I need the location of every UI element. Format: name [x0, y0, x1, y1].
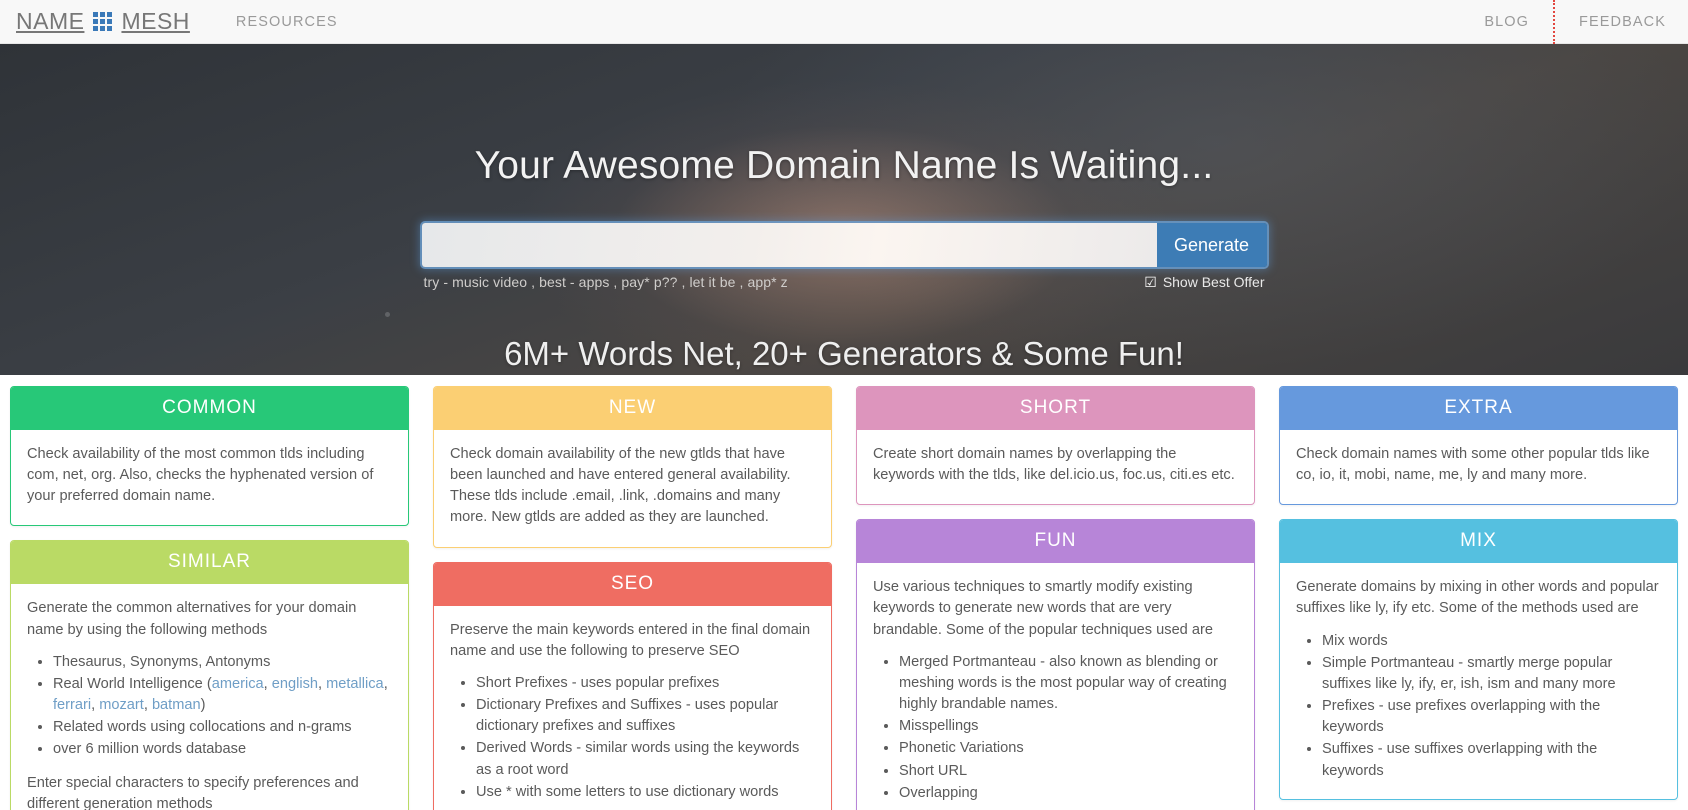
card-fun-body: Use various techniques to smartly modify…: [857, 563, 1254, 810]
feature-cards-grid: COMMON Check availability of the most co…: [0, 375, 1688, 810]
brand-logo[interactable]: NAME MESH: [16, 8, 190, 35]
list-item: Suffixes - use suffixes overlapping with…: [1322, 739, 1661, 781]
nav-divider: [1553, 0, 1556, 44]
card-new-title: NEW: [434, 387, 831, 430]
show-best-offer-toggle[interactable]: ☑ Show Best Offer: [1144, 274, 1264, 290]
card-similar-list: Thesaurus, Synonyms, Antonyms Real World…: [53, 652, 392, 761]
card-similar-title: SIMILAR: [11, 541, 408, 585]
cards-column-1: COMMON Check availability of the most co…: [10, 386, 409, 810]
list-item: Short URL: [899, 761, 1238, 782]
list-item: Prefixes - use prefixes overlapping with…: [1322, 696, 1661, 738]
keyword-english[interactable]: english: [272, 676, 318, 692]
generate-button[interactable]: Generate: [1156, 223, 1267, 267]
card-extra-body: Check domain names with some other popul…: [1280, 430, 1677, 504]
card-new[interactable]: NEW Check domain availability of the new…: [433, 386, 832, 548]
search-meta-row: try - music video , best - apps , pay* p…: [422, 274, 1267, 290]
nav-item-blog[interactable]: BLOG: [1462, 0, 1551, 44]
grid-icon: [93, 12, 113, 31]
list-item: Thesaurus, Synonyms, Antonyms: [53, 652, 392, 673]
list-item: Related words using collocations and n-g…: [53, 717, 392, 738]
card-short-title: SHORT: [857, 387, 1254, 430]
card-new-body: Check domain availability of the new gtl…: [434, 430, 831, 547]
card-fun-title: FUN: [857, 520, 1254, 564]
page-title: Your Awesome Domain Name Is Waiting...: [474, 144, 1214, 187]
card-seo-list: Short Prefixes - uses popular prefixes D…: [476, 673, 815, 803]
list-item: Misspellings: [899, 716, 1238, 737]
keyword-mozart[interactable]: mozart: [99, 697, 144, 713]
nav-left-links: RESOURCES: [222, 0, 352, 44]
brand-mesh-text: MESH: [121, 8, 190, 34]
keyword-batman[interactable]: batman: [152, 697, 201, 713]
cards-column-3: SHORT Create short domain names by overl…: [856, 386, 1255, 810]
nav-right-links: BLOG FEEDBACK: [1462, 0, 1688, 44]
card-similar[interactable]: SIMILAR Generate the common alternatives…: [10, 540, 409, 810]
card-extra-text: Check domain names with some other popul…: [1296, 446, 1650, 484]
card-fun-list: Merged Portmanteau - also known as blend…: [899, 652, 1238, 804]
search-area: Generate try - music video , best - apps…: [421, 223, 1267, 290]
hero-decorative-dot: [385, 312, 390, 317]
card-mix[interactable]: MIX Generate domains by mixing in other …: [1279, 519, 1678, 800]
card-common-text: Check availability of the most common tl…: [27, 446, 374, 505]
card-seo[interactable]: SEO Preserve the main keywords entered i…: [433, 561, 832, 810]
keyword-metallica[interactable]: metallica: [326, 676, 384, 692]
card-mix-title: MIX: [1280, 520, 1677, 564]
list-item: Derived Words - similar words using the …: [476, 738, 815, 780]
hero-section: Your Awesome Domain Name Is Waiting... G…: [0, 44, 1688, 375]
list-item: Phonetic Variations: [899, 738, 1238, 759]
card-seo-body: Preserve the main keywords entered in th…: [434, 606, 831, 810]
card-fun-intro: Use various techniques to smartly modify…: [873, 579, 1213, 638]
card-extra[interactable]: EXTRA Check domain names with some other…: [1279, 386, 1678, 506]
card-short-body: Create short domain names by overlapping…: [857, 430, 1254, 504]
list-item: over 6 million words database: [53, 739, 392, 760]
card-seo-title: SEO: [434, 562, 831, 606]
card-mix-list: Mix words Simple Portmanteau - smartly m…: [1322, 631, 1661, 782]
cards-column-2: NEW Check domain availability of the new…: [433, 386, 832, 810]
search-input[interactable]: [421, 223, 1157, 267]
card-short-text: Create short domain names by overlapping…: [873, 446, 1235, 484]
keyword-america[interactable]: america: [212, 676, 264, 692]
rwi-prefix: Real World Intelligence (: [53, 675, 212, 692]
cards-column-4: EXTRA Check domain names with some other…: [1279, 386, 1678, 800]
nav-item-resources[interactable]: RESOURCES: [222, 0, 352, 44]
list-item: Dictionary Prefixes and Suffixes - uses …: [476, 695, 815, 737]
top-navbar: NAME MESH RESOURCES BLOG FEEDBACK: [0, 0, 1688, 44]
checkbox-checked-icon[interactable]: ☑: [1144, 275, 1157, 289]
card-common[interactable]: COMMON Check availability of the most co…: [10, 386, 409, 527]
card-short[interactable]: SHORT Create short domain names by overl…: [856, 386, 1255, 506]
brand-name-text: NAME: [16, 8, 85, 34]
card-similar-trailing: Enter special characters to specify pref…: [27, 774, 359, 810]
card-mix-body: Generate domains by mixing in other word…: [1280, 563, 1677, 798]
card-similar-intro: Generate the common alternatives for you…: [27, 600, 357, 638]
page-subtitle: 6M+ Words Net, 20+ Generators & Some Fun…: [504, 335, 1184, 372]
card-common-title: COMMON: [11, 387, 408, 430]
list-item: Merged Portmanteau - also known as blend…: [899, 652, 1238, 715]
list-item: Use * with some letters to use dictionar…: [476, 782, 815, 803]
card-extra-title: EXTRA: [1280, 387, 1677, 430]
card-similar-body: Generate the common alternatives for you…: [11, 584, 408, 810]
card-fun[interactable]: FUN Use various techniques to smartly mo…: [856, 519, 1255, 810]
list-item: Mix words: [1322, 631, 1661, 652]
list-item: Short Prefixes - uses popular prefixes: [476, 673, 815, 694]
card-mix-intro: Generate domains by mixing in other word…: [1296, 579, 1659, 617]
card-seo-intro: Preserve the main keywords entered in th…: [450, 621, 811, 659]
show-best-offer-label: Show Best Offer: [1162, 274, 1265, 290]
list-item-real-world-intelligence: Real World Intelligence (america, englis…: [53, 674, 392, 716]
list-item: Overlapping: [899, 783, 1238, 804]
list-item: Simple Portmanteau - smartly merge popul…: [1322, 653, 1661, 695]
keyword-ferrari[interactable]: ferrari: [53, 697, 91, 713]
search-row: Generate: [421, 223, 1267, 267]
nav-item-feedback[interactable]: FEEDBACK: [1557, 0, 1688, 44]
search-hint-text: try - music video , best - apps , pay* p…: [423, 274, 788, 290]
rwi-suffix: ): [200, 697, 206, 714]
card-common-body: Check availability of the most common tl…: [11, 430, 408, 525]
card-new-text: Check domain availability of the new gtl…: [450, 446, 791, 526]
